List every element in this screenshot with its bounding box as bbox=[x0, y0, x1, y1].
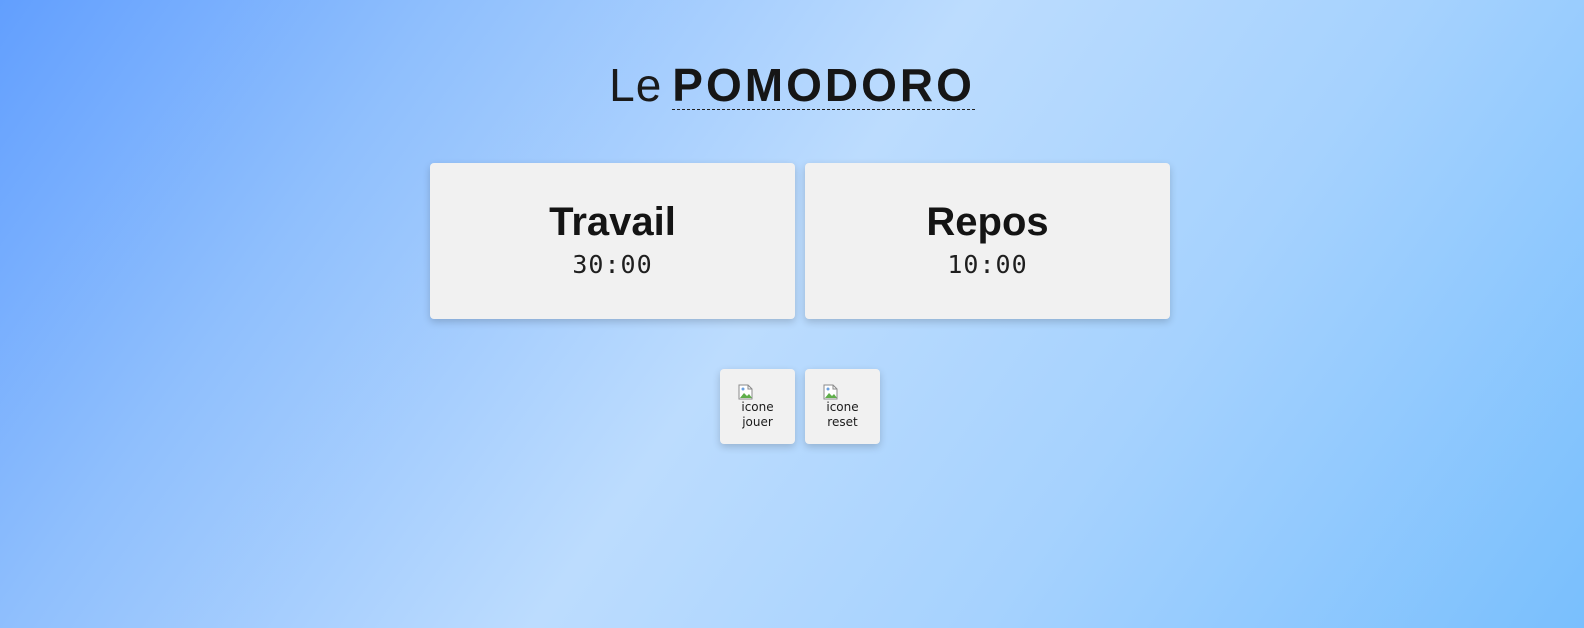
page-title: Le POMODORO bbox=[0, 56, 1584, 114]
work-timer-label: Travail bbox=[549, 200, 676, 244]
timer-controls: icone jouer icone reset bbox=[720, 369, 880, 444]
play-button[interactable]: icone jouer bbox=[720, 369, 795, 444]
work-timer-card: Travail 30:00 bbox=[430, 163, 795, 319]
rest-timer-card: Repos 10:00 bbox=[805, 163, 1170, 319]
reset-button[interactable]: icone reset bbox=[805, 369, 880, 444]
play-image: icone jouer bbox=[738, 384, 778, 430]
broken-image-icon bbox=[823, 384, 837, 400]
rest-timer-label: Repos bbox=[926, 200, 1049, 244]
work-timer-time: 30:00 bbox=[572, 250, 653, 279]
play-alt-text: icone jouer bbox=[741, 400, 774, 429]
timer-cards: Travail 30:00 Repos 10:00 bbox=[430, 163, 1170, 319]
rest-timer-time: 10:00 bbox=[947, 250, 1028, 279]
reset-image: icone reset bbox=[823, 384, 863, 430]
title-main: POMODORO bbox=[672, 59, 975, 111]
title-prefix: Le bbox=[609, 59, 663, 111]
reset-alt-text: icone reset bbox=[826, 400, 859, 429]
broken-image-icon bbox=[738, 384, 752, 400]
